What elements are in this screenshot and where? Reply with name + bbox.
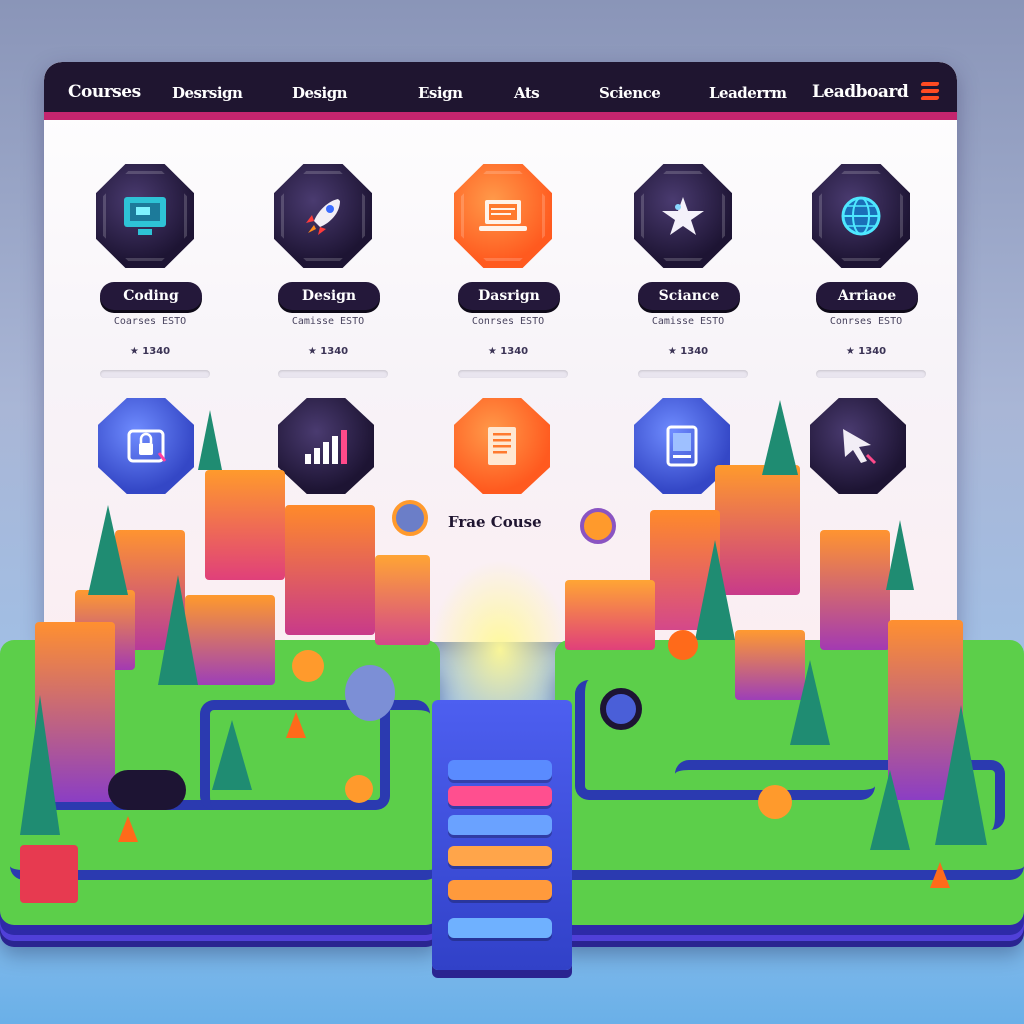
progress-track [278,370,388,378]
tree [20,695,60,835]
block-tower [205,470,285,580]
course-rating: ★ 1340 [307,346,349,357]
progress-track [100,370,210,378]
course-meta: Camisse ESTO [291,316,365,327]
course-card-sciance[interactable]: Sciance Camisse ESTO ★ 1340 [598,164,768,384]
block-tower [185,595,275,685]
maze-path [555,840,1024,880]
tree [695,540,735,640]
red-crate [20,845,78,903]
course-title: Coding [100,282,202,310]
tablet-icon [666,425,698,467]
tree [886,520,914,590]
course-badge-lock[interactable] [98,398,194,494]
tree [212,720,252,790]
course-title: Design [278,282,380,310]
robot-character [392,500,428,536]
nav-design[interactable]: Design [292,84,348,108]
block-tower [285,505,375,635]
nav-science[interactable]: Science [599,84,661,108]
course-badge [812,164,910,268]
tree [935,705,987,845]
top-navbar: Courses Desrsign Design Esign Ats Scienc… [44,62,957,120]
nav-ats[interactable]: Ats [514,84,540,108]
course-meta: Camisse ESTO [651,316,725,327]
course-badge-chart[interactable] [278,398,374,494]
nav-courses[interactable]: Courses [68,82,141,106]
course-badge [454,164,552,268]
bridge-button-6[interactable] [448,918,552,938]
robot-character [580,508,616,544]
bar-chart-icon [305,430,347,464]
course-rating: ★ 1340 [487,346,529,357]
bridge-button-5[interactable] [448,880,552,900]
course-title: Sciance [638,282,740,310]
course-rating: ★ 1340 [667,346,709,357]
course-title: Arriaoe [816,282,918,310]
tree [762,400,798,475]
block-tower [820,530,890,650]
course-badge [274,164,372,268]
brand-logo-icon[interactable] [920,82,940,100]
bridge-button-4[interactable] [448,846,552,866]
course-card-arriaoe[interactable]: Arriaoe Conrses ESTO ★ 1340 [776,164,946,384]
nav-leaderrm[interactable]: Leaderrm [709,84,787,108]
tree [870,770,910,850]
bridge-button-3[interactable] [448,815,552,835]
rock [108,770,186,810]
course-rating: ★ 1340 [129,346,171,357]
progress-track [458,370,568,378]
course-badge-document[interactable] [454,398,550,494]
blob-character [345,775,373,803]
course-rating: ★ 1340 [845,346,887,357]
traffic-cone [118,816,138,842]
document-icon [488,427,516,465]
center-bridge [432,700,572,970]
tree [198,410,222,470]
blob-character [345,665,395,721]
tree [158,575,198,685]
bridge-button-2[interactable] [448,786,552,806]
eye-character [600,688,642,730]
course-card-dasrign[interactable]: Dasrign Conrses ESTO ★ 1340 [418,164,588,384]
free-course-label[interactable]: Frae Couse [448,513,542,531]
progress-track [638,370,748,378]
course-badge [634,164,732,268]
course-card-design[interactable]: Design Camisse ESTO ★ 1340 [238,164,408,384]
block-tower [375,555,430,645]
blob-character [668,630,698,660]
blob-character [292,650,324,682]
course-meta: Conrses ESTO [829,316,903,327]
lock-icon [127,429,167,463]
nav-desrsign[interactable]: Desrsign [172,84,243,108]
nav-esign[interactable]: Esign [418,84,463,108]
course-badge [96,164,194,268]
blob-character [758,785,792,819]
block-tower [565,580,655,650]
progress-track [816,370,926,378]
course-title: Dasrign [458,282,560,310]
course-meta: Coarses ESTO [113,316,187,327]
cursor-icon [843,429,877,465]
bridge-button-1[interactable] [448,760,552,780]
course-meta: Conrses ESTO [471,316,545,327]
course-badge-cursor[interactable] [810,398,906,494]
course-card-coding[interactable]: Coding Coarses ESTO ★ 1340 [60,164,230,384]
nav-leadboard[interactable]: Leadboard [812,82,909,106]
traffic-cone [930,862,950,888]
traffic-cone [286,712,306,738]
tree [88,505,128,595]
tree [790,660,830,745]
